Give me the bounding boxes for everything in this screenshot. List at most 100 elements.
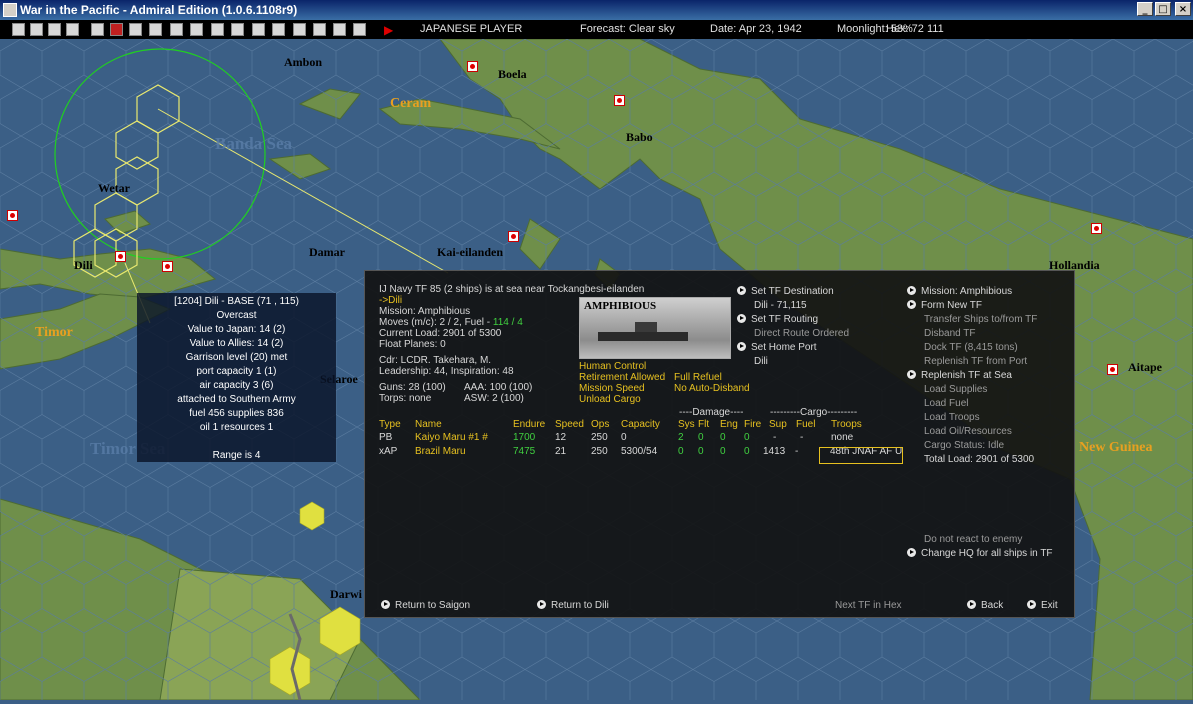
route-value: Direct Route Ordered — [754, 328, 850, 339]
tf-torps: Torps: none — [379, 393, 432, 404]
ship-cell: 250 — [591, 446, 608, 457]
back-button[interactable]: Back — [967, 600, 1003, 612]
ship-cell: 0 — [720, 432, 726, 443]
ship-cell: 0 — [698, 446, 704, 457]
load-oil-button[interactable]: Load Oil/Resources — [924, 426, 1012, 438]
minimize-button[interactable]: _ — [1137, 2, 1153, 16]
col-header: Eng — [720, 419, 738, 430]
col-header: Fuel — [796, 419, 816, 430]
arrow-right-icon — [737, 342, 746, 351]
forecast-label: Forecast: Clear sky — [580, 23, 675, 35]
ship-cell: 0 — [744, 432, 750, 443]
set-routing-button[interactable]: Set TF Routing — [737, 314, 818, 326]
return-saigon-button[interactable]: Return to Saigon — [381, 600, 470, 612]
next-tf-button[interactable]: Next TF in Hex — [835, 600, 902, 612]
return-saigon-label: Return to Saigon — [395, 600, 471, 611]
set-home-port-button[interactable]: Set Home Port — [737, 342, 817, 354]
hex-info-line: Value to Allies: 14 (2) — [189, 338, 284, 349]
end-turn-icon[interactable]: ▶ — [384, 23, 393, 37]
no-react-button[interactable]: Do not react to enemy — [924, 534, 1022, 546]
back-label: Back — [981, 600, 1004, 611]
land-icon[interactable] — [211, 23, 224, 36]
label-new-guinea: New Guinea — [1079, 440, 1153, 455]
ship-icon[interactable] — [129, 23, 142, 36]
cargo-status: Cargo Status: Idle — [924, 440, 1005, 451]
document-icon[interactable] — [91, 23, 104, 36]
hex-info-line: oil 1 resources 1 — [199, 422, 274, 433]
base-icon[interactable] — [115, 251, 126, 262]
set-destination-label: Set TF Destination — [751, 286, 834, 297]
settings-icon[interactable] — [313, 23, 326, 36]
ship-cell: 0 — [720, 446, 726, 457]
col-header: Sup — [769, 419, 787, 430]
save-icon[interactable] — [12, 23, 25, 36]
load-fuel-button[interactable]: Load Fuel — [924, 398, 968, 410]
ship-cell: 2 — [678, 432, 684, 443]
exit-label: Exit — [1041, 600, 1058, 611]
maximize-button[interactable]: □ — [1155, 2, 1171, 16]
info-icon[interactable] — [66, 23, 79, 36]
ship-cell: 250 — [591, 432, 608, 443]
load-supplies-button[interactable]: Load Supplies — [924, 384, 987, 396]
mission-button[interactable]: Mission: Amphibious — [907, 286, 1012, 298]
aircraft-icon[interactable] — [190, 23, 203, 36]
japan-flag-icon[interactable] — [110, 23, 123, 36]
window-icon[interactable] — [353, 23, 366, 36]
arrow-right-icon — [381, 600, 390, 609]
base-icon[interactable] — [1091, 223, 1102, 234]
change-hq-button[interactable]: Change HQ for all ships in TF — [907, 548, 1053, 560]
base-icon[interactable] — [7, 210, 18, 221]
ship-cell: 0 — [744, 446, 750, 457]
arrow-right-icon — [1027, 600, 1036, 609]
base-icon[interactable] — [1107, 364, 1118, 375]
base-icon[interactable] — [467, 61, 478, 72]
unit-icon[interactable] — [293, 23, 306, 36]
option-unload[interactable]: Unload Cargo — [579, 394, 641, 406]
set-destination-button[interactable]: Set TF Destination — [737, 286, 834, 298]
label-kai: Kai-eilanden — [437, 245, 504, 259]
ship-name-cell[interactable]: Kaiyo Maru #1 # — [415, 432, 488, 444]
document-icon[interactable] — [30, 23, 43, 36]
col-header: Capacity — [621, 419, 660, 430]
transfer-ships-button[interactable]: Transfer Ships to/from TF — [924, 314, 1037, 326]
label-damar: Damar — [309, 245, 345, 259]
base-icon[interactable] — [508, 231, 519, 242]
task-force-panel: IJ Navy TF 85 (2 ships) is at sea near T… — [364, 270, 1075, 618]
ship-cell: - — [773, 432, 777, 443]
damage-header: ----Damage---- — [679, 407, 744, 418]
dock-tf-button[interactable]: Dock TF (8,415 tons) — [924, 342, 1018, 354]
replenish-port-button[interactable]: Replenish TF from Port — [924, 356, 1027, 368]
load-troops-button[interactable]: Load Troops — [924, 412, 980, 424]
close-button[interactable]: × — [1175, 2, 1191, 16]
disband-tf-button[interactable]: Disband TF — [924, 328, 976, 340]
base-icon[interactable] — [614, 95, 625, 106]
hex-info-line: fuel 456 supplies 836 — [189, 408, 284, 419]
flag-icon[interactable] — [170, 23, 183, 36]
total-load: Total Load: 2901 of 5300 — [924, 454, 1035, 465]
form-new-tf-label: Form New TF — [921, 300, 982, 311]
hex-info-line: air capacity 3 (6) — [199, 380, 274, 391]
rail-icon[interactable] — [252, 23, 265, 36]
report-icon[interactable] — [48, 23, 61, 36]
ship-cell: 7475 — [513, 446, 536, 457]
ship-cell: - — [795, 446, 799, 457]
date-label: Date: Apr 23, 1942 — [710, 23, 802, 35]
replenish-sea-button[interactable]: Replenish TF at Sea — [907, 370, 1012, 382]
arrow-right-icon — [737, 286, 746, 295]
base-icon[interactable] — [162, 261, 173, 272]
arrow-right-icon — [907, 286, 916, 295]
mission-label: Mission: Amphibious — [921, 286, 1013, 297]
base-icon[interactable] — [231, 23, 244, 36]
option-disband[interactable]: No Auto-Disband — [674, 383, 750, 395]
flag-icon[interactable] — [149, 23, 162, 36]
hq-icon[interactable] — [272, 23, 285, 36]
label-aitape: Aitape — [1128, 360, 1162, 374]
form-new-tf-button[interactable]: Form New TF — [907, 300, 982, 312]
window-icon[interactable] — [333, 23, 346, 36]
exit-button[interactable]: Exit — [1027, 600, 1058, 612]
app-icon — [3, 3, 17, 17]
ship-name-cell[interactable]: Brazil Maru — [415, 446, 466, 458]
col-header: Troops — [831, 419, 862, 430]
return-dili-button[interactable]: Return to Dili — [537, 600, 609, 612]
ship-cell: 5300/54 — [621, 446, 658, 457]
